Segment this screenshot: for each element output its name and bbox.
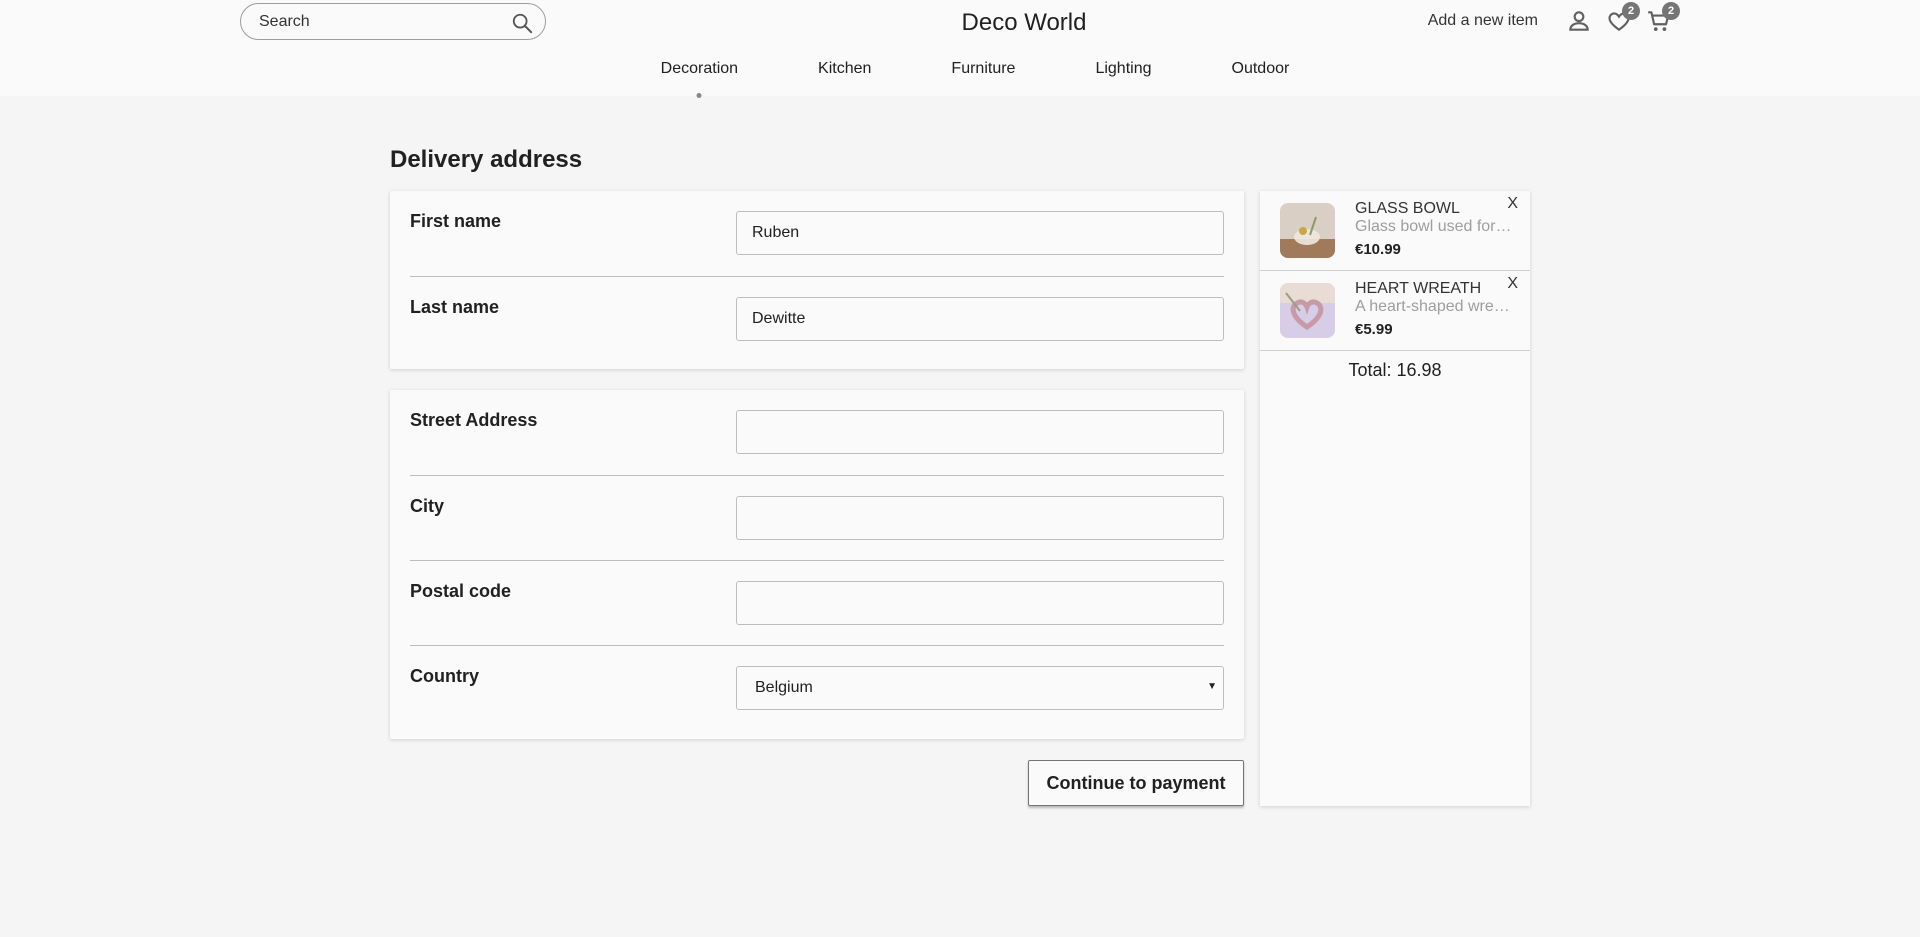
street-field[interactable] bbox=[736, 410, 1224, 454]
street-row: Street Address bbox=[410, 390, 1224, 475]
cart-item-name: HEART WREATH bbox=[1355, 280, 1482, 297]
remove-item-button[interactable]: X bbox=[1507, 195, 1518, 213]
account-button[interactable] bbox=[1566, 8, 1592, 34]
nav-item-furniture[interactable]: Furniture bbox=[951, 60, 1015, 78]
nav-item-kitchen[interactable]: Kitchen bbox=[818, 60, 871, 78]
user-icon bbox=[1569, 11, 1589, 31]
country-label: Country bbox=[410, 666, 479, 686]
category-nav: Decoration Kitchen Furniture Lighting Ou… bbox=[0, 60, 1920, 78]
last-name-label: Last name bbox=[410, 297, 500, 317]
city-field[interactable] bbox=[736, 496, 1224, 540]
last-name-row: Last name bbox=[410, 276, 1224, 361]
first-name-field[interactable] bbox=[736, 211, 1224, 255]
wishlist-button[interactable]: 2 bbox=[1606, 2, 1640, 34]
first-name-row: First name bbox=[410, 191, 1224, 276]
cart-count-badge: 2 bbox=[1662, 2, 1680, 20]
cart-sidebar: GLASS BOWL Glass bowl used for decoratio… bbox=[1260, 191, 1530, 806]
nav-item-lighting[interactable]: Lighting bbox=[1095, 60, 1151, 78]
nav-item-decoration[interactable]: Decoration bbox=[661, 60, 738, 78]
cart-total: Total: 16.98 bbox=[1348, 360, 1442, 380]
wishlist-count-badge: 2 bbox=[1622, 2, 1640, 20]
cart-item-description: Glass bowl used for decoration bbox=[1355, 218, 1515, 235]
page-title: Delivery address bbox=[390, 146, 583, 173]
glass-bowl-thumbnail bbox=[1280, 203, 1335, 258]
country-select[interactable]: Belgium ▼ bbox=[736, 666, 1224, 710]
cart-item-description: A heart-shaped wreath bbox=[1355, 298, 1515, 315]
name-card: First name Last name bbox=[390, 191, 1244, 369]
postal-label: Postal code bbox=[410, 581, 512, 601]
country-row: Country Belgium ▼ bbox=[410, 645, 1224, 730]
nav-item-outdoor[interactable]: Outdoor bbox=[1232, 60, 1290, 78]
chevron-down-icon: ▼ bbox=[1207, 681, 1217, 692]
cart-item-price: €5.99 bbox=[1355, 321, 1393, 338]
country-value: Belgium bbox=[755, 679, 813, 696]
site-header: Deco World Add a new item 2 2 Decoration… bbox=[0, 0, 1920, 96]
add-item-link[interactable]: Add a new item bbox=[1428, 12, 1538, 30]
continue-to-payment-button[interactable]: Continue to payment bbox=[1028, 760, 1244, 806]
cart-item: GLASS BOWL Glass bowl used for decoratio… bbox=[1260, 191, 1530, 271]
street-label: Street Address bbox=[410, 410, 538, 430]
heart-wreath-thumbnail bbox=[1280, 283, 1335, 338]
address-card: Street Address City Postal code Country … bbox=[390, 390, 1244, 739]
first-name-label: First name bbox=[410, 211, 502, 231]
cart-item-price: €10.99 bbox=[1355, 241, 1401, 258]
city-row: City bbox=[410, 475, 1224, 560]
postal-row: Postal code bbox=[410, 560, 1224, 645]
cart-button[interactable]: 2 bbox=[1646, 2, 1680, 34]
postal-field[interactable] bbox=[736, 581, 1224, 625]
remove-item-button[interactable]: X bbox=[1507, 275, 1518, 293]
header-actions: Add a new item 2 2 bbox=[1428, 2, 1680, 36]
last-name-field[interactable] bbox=[736, 297, 1224, 341]
city-label: City bbox=[410, 496, 445, 516]
cart-item: HEART WREATH A heart-shaped wreath €5.99… bbox=[1260, 271, 1530, 351]
cart-item-name: GLASS BOWL bbox=[1355, 200, 1460, 217]
